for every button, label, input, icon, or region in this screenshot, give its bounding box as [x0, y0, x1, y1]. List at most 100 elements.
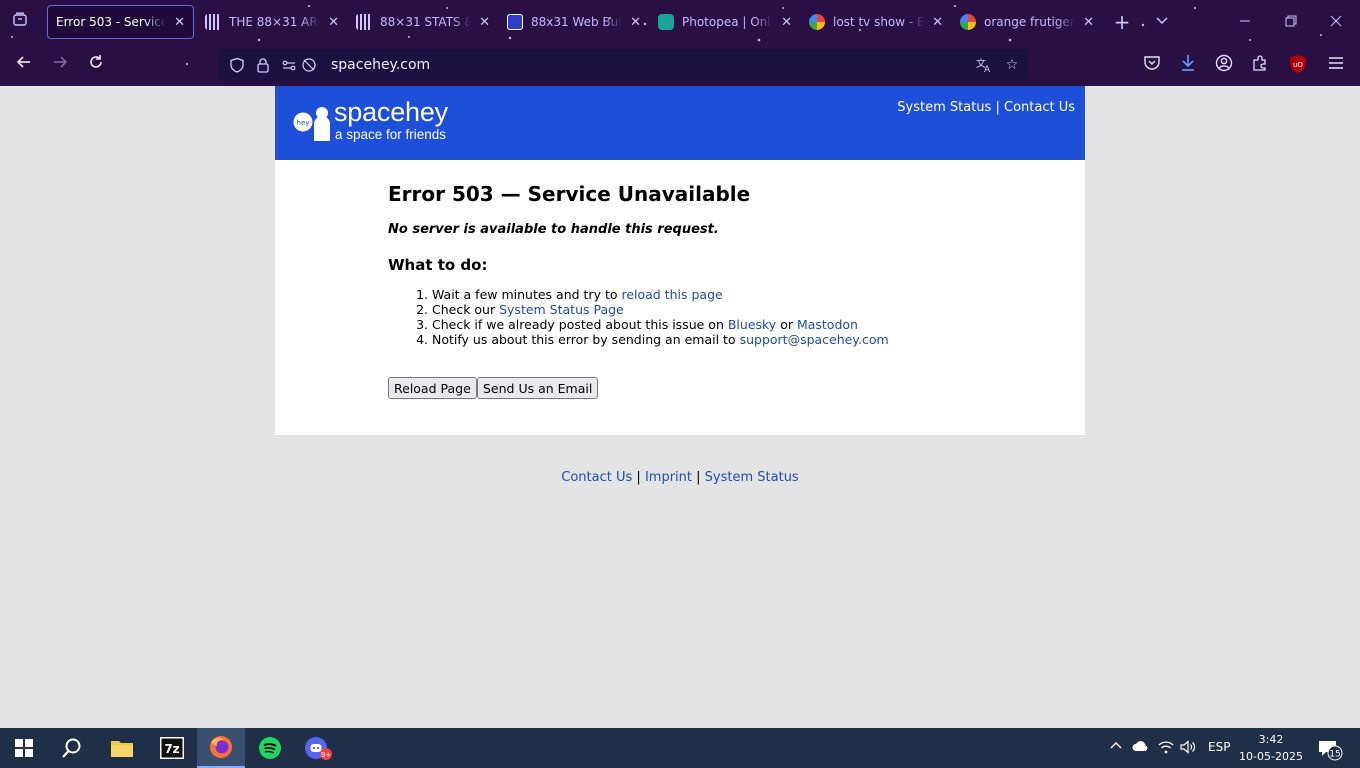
- search-icon[interactable]: [48, 728, 96, 768]
- step-number: 1.: [416, 287, 428, 302]
- tab-88x31-web-buttons[interactable]: 88x31 Web Buttons ✕: [499, 5, 649, 39]
- link-separator: |: [995, 100, 1000, 115]
- reload-page-button[interactable]: Reload Page: [388, 377, 477, 399]
- chevron-down-icon[interactable]: [1152, 10, 1172, 34]
- step-text: Wait a few minutes and try to: [431, 287, 622, 302]
- tab-title: orange frutiger aero - Buscar con Google: [984, 15, 1075, 29]
- svg-text:uO: uO: [1293, 61, 1303, 69]
- close-icon[interactable]: ✕: [630, 15, 641, 30]
- list-item: 2. Check our System Status Page: [412, 302, 889, 317]
- site-tagline: a space for friends: [335, 127, 447, 142]
- browser-chrome: Error 503 - Service Unavailable ✕ THE 88…: [0, 0, 1360, 86]
- tab-88x31-archive[interactable]: THE 88×31 ARCHIVE ✕: [197, 5, 347, 39]
- error-title: Error 503 — Service Unavailable: [388, 182, 751, 206]
- close-icon[interactable]: ✕: [174, 15, 185, 30]
- permissions-icon[interactable]: [281, 57, 297, 73]
- list-item: 3. Check if we already posted about this…: [412, 317, 889, 332]
- translate-icon[interactable]: 文A: [976, 57, 992, 75]
- tab-photopea[interactable]: Photopea | Online Photo Editor ✕: [650, 5, 800, 39]
- ublock-icon[interactable]: uO: [1287, 54, 1309, 76]
- extensions-icon[interactable]: [1249, 54, 1271, 76]
- what-to-do-heading: What to do:: [388, 256, 488, 274]
- close-icon[interactable]: ✕: [781, 15, 792, 30]
- footer-imprint-link[interactable]: Imprint: [645, 470, 692, 485]
- notification-center-icon[interactable]: 15: [1318, 739, 1344, 764]
- tab-error-503[interactable]: Error 503 - Service Unavailable ✕: [47, 5, 194, 39]
- support-email-link[interactable]: support@spacehey.com: [740, 332, 889, 347]
- header-links: System Status | Contact Us: [897, 100, 1075, 115]
- hamburger-menu-icon[interactable]: [1325, 54, 1347, 76]
- site-footer: Contact Us | Imprint | System Status: [0, 470, 1360, 485]
- system-status-link[interactable]: System Status: [897, 100, 991, 115]
- shield-icon[interactable]: [229, 57, 245, 73]
- spacehey-logo-icon[interactable]: hey: [292, 104, 332, 144]
- list-item: 4. Notify us about this error by sending…: [412, 332, 889, 347]
- file-explorer-icon[interactable]: [98, 728, 146, 768]
- favicon-web-buttons-icon: [507, 14, 523, 30]
- navigation-toolbar: spacehey.com 文A ☆ uO: [0, 44, 1360, 86]
- bluesky-link[interactable]: Bluesky: [728, 317, 776, 332]
- send-email-button[interactable]: Send Us an Email: [477, 377, 599, 399]
- star-icon[interactable]: ☆: [1004, 57, 1020, 73]
- tab-lost-tv-show[interactable]: lost tv show - Buscar con Google ✕: [801, 5, 951, 39]
- onedrive-cloud-icon[interactable]: [1132, 740, 1150, 755]
- contact-us-link[interactable]: Contact Us: [1004, 100, 1075, 115]
- close-window-icon[interactable]: [1316, 8, 1356, 36]
- tracking-protection-icon[interactable]: [301, 57, 317, 73]
- site-brand[interactable]: spacehey: [334, 97, 448, 128]
- tab-88x31-stats[interactable]: 88×31 STATS & MORE ✕: [348, 5, 498, 39]
- logo-text: hey: [297, 119, 310, 127]
- close-icon[interactable]: ✕: [328, 15, 339, 30]
- tab-title: lost tv show - Buscar con Google: [833, 15, 925, 29]
- favicon-photopea-icon: [658, 14, 674, 30]
- site-header: hey spacehey a space for friends System …: [275, 86, 1085, 160]
- tab-list-icon[interactable]: [8, 10, 32, 34]
- close-icon[interactable]: ✕: [1083, 15, 1094, 30]
- close-icon[interactable]: ✕: [479, 15, 490, 30]
- clock-date: 10-05-2025: [1239, 750, 1303, 763]
- footer-contact-link[interactable]: Contact Us: [561, 470, 632, 485]
- 7zip-icon[interactable]: 7z: [148, 728, 196, 768]
- windows-start-icon[interactable]: [0, 728, 48, 768]
- close-icon[interactable]: ✕: [932, 15, 943, 30]
- tab-orange-frutiger-aero[interactable]: orange frutiger aero - Buscar con Google…: [952, 5, 1102, 39]
- tab-bar: Error 503 - Service Unavailable ✕ THE 88…: [0, 0, 1360, 44]
- tab-title: Error 503 - Service Unavailable: [56, 15, 167, 29]
- favicon-88x31-stats-icon: [356, 14, 372, 30]
- back-arrow-icon[interactable]: [11, 52, 37, 78]
- 7zip-label: 7z: [164, 742, 179, 756]
- firefox-icon[interactable]: [197, 728, 245, 768]
- step-text: Check if we already posted about this is…: [431, 317, 728, 332]
- google-favicon-icon: [809, 14, 825, 30]
- svg-text:A: A: [984, 65, 991, 73]
- mastodon-link[interactable]: Mastodon: [797, 317, 858, 332]
- minimize-icon[interactable]: [1225, 8, 1265, 36]
- reload-icon[interactable]: [83, 52, 109, 78]
- account-icon[interactable]: [1213, 54, 1235, 76]
- system-status-page-link[interactable]: System Status Page: [499, 302, 624, 317]
- wifi-icon[interactable]: [1158, 740, 1174, 757]
- reload-page-link[interactable]: reload this page: [621, 287, 722, 302]
- step-text: or: [776, 317, 797, 332]
- windows-taskbar: 7z 9+ ESP 3:42 10-05-2025 15: [0, 728, 1360, 768]
- footer-status-link[interactable]: System Status: [705, 470, 799, 485]
- url-text: spacehey.com: [331, 57, 431, 73]
- discord-icon[interactable]: 9+: [295, 728, 343, 768]
- favicon-88x31-archive-icon: [205, 14, 221, 30]
- step-text: Notify us about this error by sending an…: [431, 332, 740, 347]
- spotify-icon[interactable]: [246, 728, 294, 768]
- input-language[interactable]: ESP: [1208, 740, 1230, 754]
- forward-arrow-icon[interactable]: [47, 52, 73, 78]
- lock-icon[interactable]: [255, 57, 271, 73]
- steps-list: 1. Wait a few minutes and try to reload …: [412, 287, 889, 347]
- volume-icon[interactable]: [1180, 740, 1196, 757]
- download-icon[interactable]: [1177, 54, 1199, 76]
- tray-chevron-up-icon[interactable]: [1110, 740, 1122, 755]
- address-bar[interactable]: spacehey.com 文A ☆: [219, 49, 1028, 81]
- tab-title: 88×31 STATS & MORE: [380, 15, 471, 29]
- system-clock[interactable]: 3:42 10-05-2025: [1238, 731, 1304, 765]
- pocket-icon[interactable]: [1141, 54, 1163, 76]
- new-tab-plus-icon[interactable]: +: [1112, 10, 1132, 34]
- footer-separator: |: [636, 470, 641, 485]
- restore-icon[interactable]: [1271, 8, 1311, 36]
